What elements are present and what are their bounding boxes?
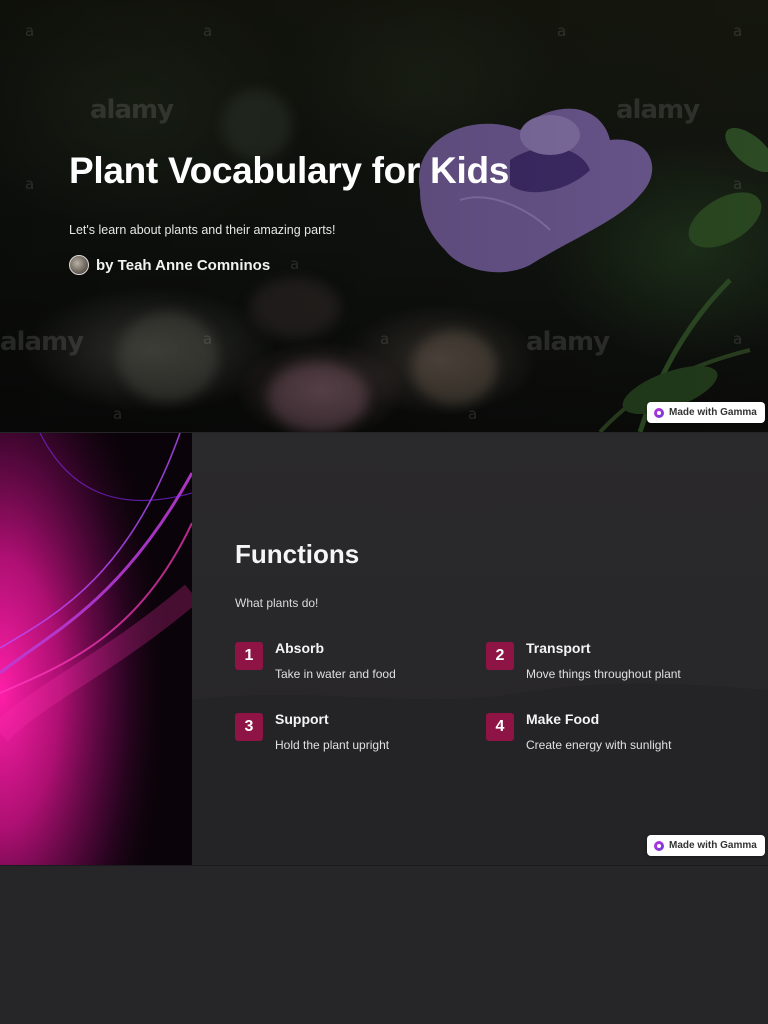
- author-byline: by Teah Anne Comninos: [69, 255, 270, 275]
- watermark: a: [203, 330, 213, 348]
- made-with-gamma-badge[interactable]: Made with Gamma: [647, 402, 765, 423]
- abstract-light-image: [0, 433, 192, 865]
- watermark: alamy: [90, 95, 174, 125]
- item-description: Create energy with sunlight: [526, 738, 672, 752]
- item-title: Transport: [526, 640, 591, 656]
- image-overlay: [0, 0, 768, 432]
- number-badge: 2: [486, 642, 514, 670]
- author-name: by Teah Anne Comninos: [96, 256, 271, 274]
- watermark: a: [25, 175, 35, 193]
- gamma-logo-icon: [654, 407, 664, 418]
- watermark: a: [557, 22, 567, 40]
- next-slide: [0, 866, 768, 1024]
- watermark: a: [203, 22, 213, 40]
- watermark: a: [380, 330, 390, 348]
- item-title: Make Food: [526, 711, 600, 727]
- gamma-logo-icon: [654, 840, 664, 851]
- item-title: Absorb: [275, 640, 324, 656]
- section-title: Functions: [235, 539, 360, 569]
- title-slide: alamy alamy alamy alamy a a a a a a a a …: [0, 0, 768, 432]
- watermark: a: [25, 22, 35, 40]
- number-badge: 4: [486, 713, 514, 741]
- number-badge: 3: [235, 713, 263, 741]
- watermark: a: [113, 405, 123, 423]
- abstract-wave-illustration: [0, 433, 192, 865]
- badge-label: Made with Gamma: [669, 407, 757, 418]
- item-description: Move things throughout plant: [526, 667, 681, 681]
- made-with-gamma-badge[interactable]: Made with Gamma: [647, 835, 765, 856]
- number-badge: 1: [235, 642, 263, 670]
- badge-label: Made with Gamma: [669, 840, 757, 851]
- section-subtitle: What plants do!: [235, 596, 319, 610]
- item-description: Hold the plant upright: [275, 738, 390, 752]
- background-hill-illustration: [192, 683, 768, 865]
- functions-slide: Functions What plants do! 1 Absorb Take …: [0, 433, 768, 865]
- watermark: a: [290, 255, 300, 273]
- page-title: Plant Vocabulary for Kids: [69, 150, 510, 191]
- page-subtitle: Let's learn about plants and their amazi…: [69, 223, 336, 237]
- watermark: a: [733, 175, 743, 193]
- watermark: alamy: [526, 327, 610, 357]
- item-title: Support: [275, 711, 329, 727]
- item-description: Take in water and food: [275, 667, 396, 681]
- watermark: a: [733, 330, 743, 348]
- watermark: a: [733, 22, 743, 40]
- watermark: a: [468, 405, 478, 423]
- watermark: alamy: [616, 95, 700, 125]
- watermark: alamy: [0, 327, 84, 357]
- avatar: [69, 255, 89, 275]
